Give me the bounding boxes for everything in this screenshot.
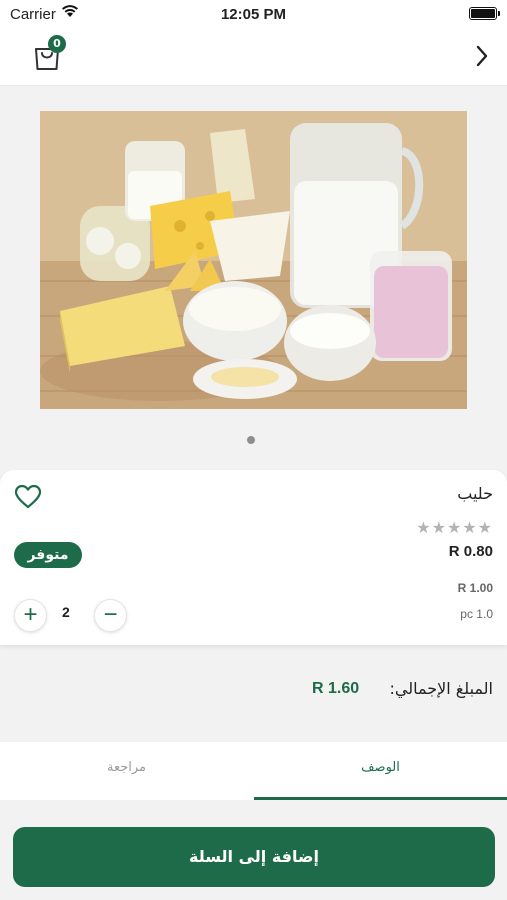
star-icon: ★ [477,518,493,537]
decrease-quantity-button[interactable]: − [94,599,127,632]
star-icon: ★ [446,518,463,537]
total-value: R 1.60 [312,680,360,697]
star-icon: ★ [462,518,478,537]
tab-review[interactable]: مراجعة [0,742,253,800]
quantity-value: 2 [62,604,70,620]
unit-label: pc 1.0 [460,607,493,621]
active-tab-indicator [254,797,507,800]
total-label: المبلغ الإجمالي: [389,679,493,698]
clock: 12:05 PM [220,6,287,23]
tab-description[interactable]: الوصف [254,742,507,800]
rating-stars: ★★★★★ [416,518,493,537]
chevron-right-icon[interactable] [475,44,489,68]
original-price: R 1.00 [457,581,493,595]
cart-count-badge: 0 [48,35,66,53]
star-icon: ★ [416,518,432,537]
availability-badge: متوفر [14,542,82,568]
increase-quantity-button[interactable]: + [14,599,47,632]
product-gallery[interactable] [0,87,507,470]
product-details-card: حليب ★★★★★ R 0.80 متوفر R 1.00 pc 1.0 + … [0,470,507,645]
nav-bar: 0 [0,28,507,86]
star-icon: ★ [431,518,447,537]
dairy-products-photo [40,111,467,409]
tab-bar: مراجعة الوصف [0,742,507,800]
add-to-cart-button[interactable]: إضافة إلى السلة [13,827,495,887]
page-indicator-dot [247,436,255,444]
product-price: R 0.80 [448,543,493,560]
battery-icon [469,7,500,20]
heart-icon[interactable] [14,484,42,510]
status-bar: Carrier 12:05 PM [0,0,507,28]
product-name: حليب [457,484,493,503]
